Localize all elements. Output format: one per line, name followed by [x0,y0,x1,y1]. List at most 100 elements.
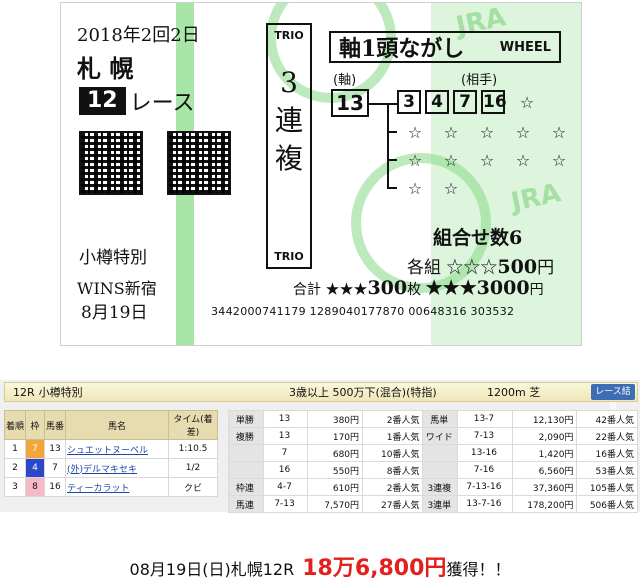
ticket-serial: 3442000741179 1289040177870 00648316 303… [211,305,515,318]
bet-type-cell [422,461,459,479]
finish-order-table: 着順 枠 馬番 馬名 タイム(着差) 1 7 13 シュエットヌーベル 1:10… [4,410,218,497]
partner-row: 3 4 7 16 ☆ [397,90,545,114]
payout-cell: 680円 [307,444,364,462]
each-bet-unit: 円 [537,258,555,278]
payout-cell: 2番人気 [362,478,424,496]
total-unit: 円 [529,282,544,298]
payout-cell: 170円 [307,427,364,445]
winnings-amount: 18万6,800円 [302,556,447,581]
payout-table: 単勝 13 380円 2番人気 馬単 13-7 12,130円 42番人気 複勝 13 170円 1番… [228,410,638,513]
qr-code-left [79,131,143,195]
partner-horse-number: 7 [453,90,477,114]
star-mark: ☆ [443,179,459,198]
payout-cell: 6,560円 [511,461,578,479]
race-number-block: 12 レース [79,85,195,117]
table-header-row: 着順 枠 馬番 馬名 タイム(着差) [4,410,218,440]
ticket-venue: 札 幌 [77,54,134,83]
table-row: 1 7 13 シュエットヌーベル 1:10.5 [4,439,218,459]
payout-cell: 22番人気 [576,427,638,445]
frame-number: 4 [25,458,45,478]
race-result-panel: 12R 小樽特別 3歳以上 500万下(混合)(特指) 1200m 芝 レース結… [0,380,640,513]
bracket-line [387,187,397,189]
finish-time: クビ [168,477,218,497]
payout-cell: 2番人気 [362,410,424,428]
star-mark: ☆ [479,123,495,142]
result-conditions: 3歳以上 500万下(混合)(特指) [289,386,437,399]
column-header: 枠 [25,410,45,440]
wheel-label-en: WHEEL [499,39,551,55]
table-row: 3 8 16 ティーカラット クビ [4,477,218,497]
payout-cell: 178,200円 [511,495,578,513]
payout-cell: 13-7 [457,410,513,428]
finish-position: 1 [4,439,26,459]
payout-cell: 42番人気 [576,410,638,428]
horse-number: 7 [44,458,66,478]
each-bet-amount: 500 [497,256,538,278]
partner-horse-number: 4 [425,90,449,114]
bracket-line [387,103,389,187]
finish-time: 1/2 [168,458,218,478]
payout-cell: 27番人気 [362,495,424,513]
payout-cell: 7,570円 [307,495,364,513]
payout-cell: 506番人気 [576,495,638,513]
payout-cell: 7-13-16 [457,478,513,496]
horse-name-link[interactable]: ティーカラット [65,477,169,497]
table-row: 馬連 7-13 7,570円 27番人気 3連単 13-7-16 178,200円 506番人… [228,495,638,513]
payout-cell: 53番人気 [576,461,638,479]
total-bet: 合計 ★★★300枚 ★★★3000円 [293,277,544,299]
frame-number: 8 [25,477,45,497]
bet-type-cell [422,444,459,462]
star-mark: ☆ [551,123,567,142]
wheel-box: 軸1頭ながし WHEEL [329,31,561,63]
bet-type-cell: 馬単 [422,410,459,428]
wheel-label: 軸1頭ながし [339,36,465,62]
bet-type-cell [228,461,264,479]
caption-suffix: 獲得！！ [446,560,511,579]
star-mark: ☆ [443,151,459,170]
total-count: 300 [367,277,408,299]
ticket-shop: WINS新宿 [77,279,157,298]
horse-name-link[interactable]: シュエットヌーベル [65,439,169,459]
payout-cell: 16 [262,461,309,479]
combination-count: 組合せ数6 [433,227,523,249]
bet-type-cell: 単勝 [228,410,264,428]
race-result-button[interactable]: レース結果 [591,384,635,413]
ticket-date: 2018年2回2日 [77,25,200,46]
total-prefix: 合計 ★★★ [293,282,368,298]
payout-cell: 13-16 [457,444,513,462]
table-row: 複勝 13 170円 1番人気 ワイド 7-13 2,090円 22番人気 [228,427,638,445]
table-row: 枠連 4-7 610円 2番人気 3連複 7-13-16 37,360円 105番人気 [228,478,638,496]
star-mark: ☆ [519,92,535,112]
payout-cell: 12,130円 [511,410,578,428]
payout-cell: 380円 [307,410,364,428]
race-label: レース [129,91,195,116]
bet-type-box: TRIO 3 連 複 TRIO [266,23,312,269]
table-row: 単勝 13 380円 2番人気 馬単 13-7 12,130円 42番人気 [228,410,638,428]
payout-cell: 16番人気 [576,444,638,462]
payout-cell: 13-7-16 [457,495,513,513]
bet-type-char: 3 [280,66,298,99]
partner-horse-number: 3 [397,90,421,114]
star-row: ☆ ☆ ☆ ☆ ☆ [397,151,577,170]
payout-cell: 7 [262,444,309,462]
horse-number: 13 [44,439,66,459]
bet-type-cell: ワイド [422,427,459,445]
payout-cell: 1番人気 [362,427,424,445]
payout-cell: 4-7 [262,478,309,496]
bet-type-cell: 馬連 [228,495,264,513]
horse-name-link[interactable]: (外)デルマキセキ [65,458,169,478]
star-row: ☆ ☆ ☆ ☆ ☆ [397,123,577,142]
axis-label: (軸) [333,73,357,88]
bracket-line [369,103,387,105]
race-number: 12 [79,87,126,115]
payout-cell: 105番人気 [576,478,638,496]
bet-type-char: 連 [274,104,303,137]
total-amount: ★★★3000 [425,277,530,299]
bet-type-label-bottom: TRIO [274,250,304,263]
star-mark: ☆ [407,123,423,142]
payout-cell: 550円 [307,461,364,479]
total-count-unit: 枚 [407,282,422,298]
payout-cell: 37,360円 [511,478,578,496]
bet-type-label-top: TRIO [274,29,304,42]
ticket-shop-date: 8月19日 [81,303,148,323]
